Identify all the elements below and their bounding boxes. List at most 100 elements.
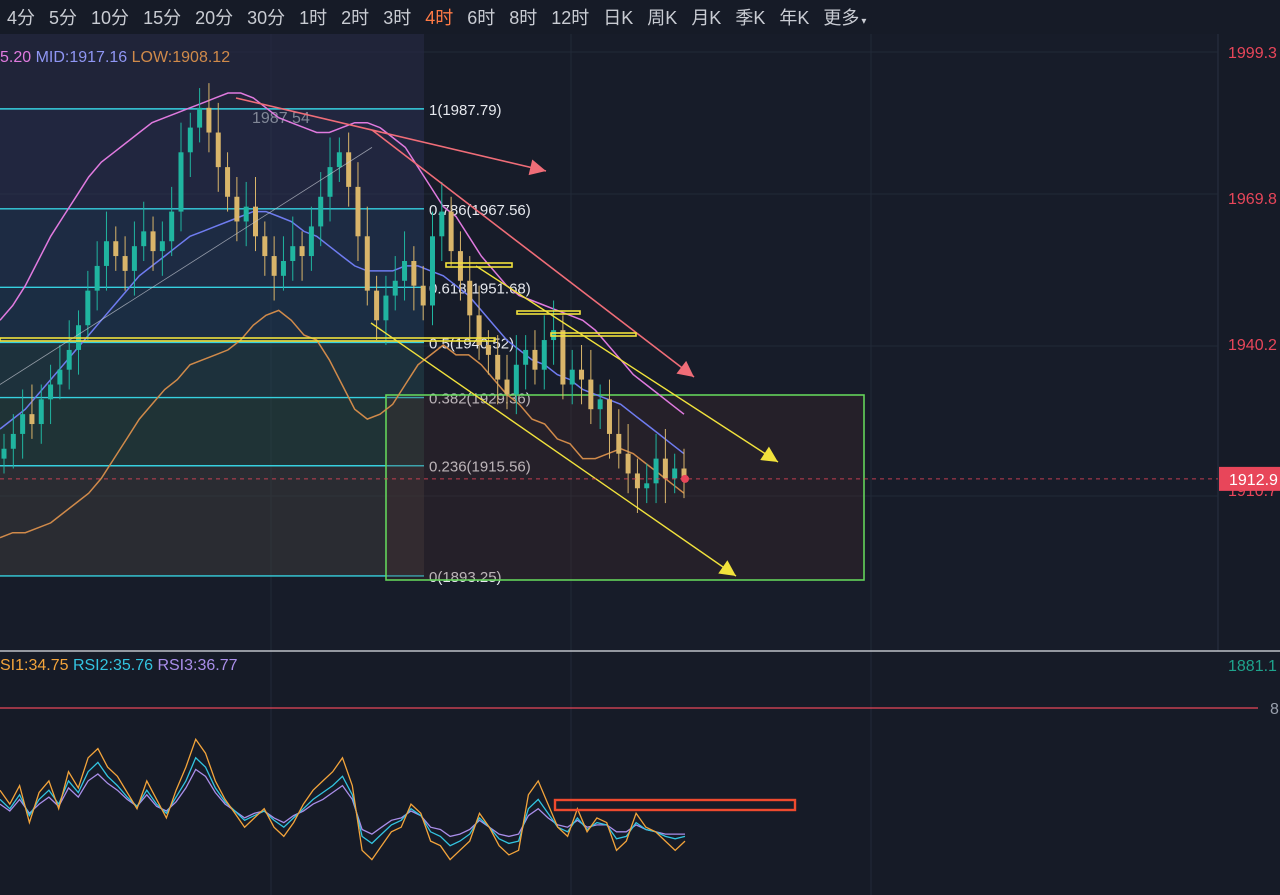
candle-body-40: [374, 290, 380, 321]
candle-body-57: [532, 349, 538, 370]
fib-label-2: 0.618(1951.68): [429, 280, 531, 297]
candle-body-69: [644, 483, 650, 489]
candle-body-28: [262, 236, 268, 257]
candle-body-54: [504, 379, 510, 395]
candle-body-66: [616, 433, 622, 454]
timeframe-2[interactable]: 10分: [84, 4, 136, 30]
timeframe-14[interactable]: 周K: [640, 4, 684, 30]
candle-body-32: [299, 246, 305, 257]
candle-body-31: [290, 246, 296, 261]
rsi-level-label: 8: [1270, 701, 1279, 718]
price-axis-tick-3: 1910.7: [1228, 483, 1277, 500]
timeframe-5[interactable]: 30分: [240, 4, 292, 30]
timeframe-0[interactable]: 4分: [0, 4, 42, 30]
candle-body-18: [169, 211, 175, 242]
candle-body-50: [467, 280, 473, 316]
rsi2-line: [0, 756, 686, 847]
rsi-legend-rsi3: RSI3:36.77: [153, 657, 238, 674]
timeframe-1[interactable]: 5分: [42, 4, 84, 30]
candle-body-25: [234, 196, 240, 222]
candle-body-63: [588, 379, 594, 410]
candle-body-13: [122, 256, 128, 271]
candle-body-9: [85, 290, 91, 326]
candle-body-58: [541, 340, 547, 370]
candle-body-29: [271, 256, 277, 276]
candle-body-68: [634, 473, 640, 489]
timeframe-3[interactable]: 15分: [136, 4, 188, 30]
candle-body-62: [579, 369, 585, 380]
fib-band-3: [0, 342, 424, 398]
timeframe-8[interactable]: 3时: [376, 4, 418, 30]
fib-label-0: 1(1987.79): [429, 102, 502, 119]
candle-body-23: [215, 132, 221, 168]
candle-body-21: [197, 107, 203, 128]
candle-body-67: [625, 453, 631, 474]
price-axis-tick-2: 1940.2: [1228, 337, 1277, 354]
timeframe-17[interactable]: 年K: [772, 4, 816, 30]
candle-body-37: [346, 152, 352, 187]
candle-body-45: [420, 285, 426, 306]
candle-body-19: [178, 152, 184, 212]
candle-body-52: [485, 344, 491, 355]
candle-body-65: [606, 399, 612, 434]
boll-legend-mid: MID:1917.16: [31, 49, 127, 66]
candle-body-7: [66, 349, 72, 370]
target-box-fill: [386, 395, 864, 580]
fib-band-5: [0, 465, 424, 576]
timeframe-12[interactable]: 12时: [544, 4, 596, 30]
candle-body-3: [29, 414, 35, 425]
timeframe-18[interactable]: 更多 ▾: [816, 4, 873, 30]
timeframe-7[interactable]: 2时: [334, 4, 376, 30]
boll-legend-up_fragment: 5.20: [0, 49, 31, 66]
price-axis-tick-0: 1999.3: [1228, 45, 1277, 62]
candle-body-16: [150, 231, 156, 252]
rsi3-line: [0, 768, 685, 838]
candle-body-53: [495, 354, 501, 380]
candle-body-71: [662, 458, 668, 479]
candle-body-14: [131, 246, 137, 271]
candle-body-30: [280, 260, 286, 276]
candle-body-39: [364, 236, 370, 291]
price-axis-tick-4: 1881.1: [1228, 658, 1277, 675]
candle-body-35: [327, 167, 333, 197]
candle-body-38: [355, 186, 361, 237]
candle-body-47: [439, 211, 445, 237]
rsi-legend-rsi1: SI1:34.75: [0, 657, 69, 674]
candle-body-49: [457, 251, 463, 281]
fib-band-4: [0, 397, 424, 466]
candle-body-15: [141, 231, 147, 247]
candle-body-5: [48, 384, 54, 400]
candle-body-0: [1, 448, 7, 459]
candle-body-20: [187, 127, 193, 153]
boll-legend: 5.20 MID:1917.16 LOW:1908.12: [0, 49, 230, 66]
candle-body-59: [551, 330, 557, 341]
rsi-legend-rsi2: RSI2:35.76: [69, 657, 154, 674]
candle-body-42: [392, 280, 398, 296]
timeframe-toolbar: 4分 5分 10分 15分 20分 30分 1时 2时 3时 4时 6时 8时 12时 日K 周K 月K 季K 年…: [0, 0, 1280, 34]
timeframe-6[interactable]: 1时: [292, 4, 334, 30]
timeframe-11[interactable]: 8时: [502, 4, 544, 30]
timeframe-15[interactable]: 月K: [684, 4, 728, 30]
candle-body-12: [113, 241, 119, 257]
candle-body-4: [38, 399, 44, 425]
timeframe-10[interactable]: 6时: [460, 4, 502, 30]
candle-body-26: [243, 206, 249, 222]
candle-body-6: [57, 369, 63, 385]
price-chart[interactable]: 1(1987.79)0.786(1967.56)0.618(1951.68)0.…: [0, 34, 1280, 895]
candle-body-10: [94, 265, 100, 291]
candle-body-41: [383, 295, 389, 321]
candle-body-11: [103, 241, 109, 266]
rsi-resistance-box: [553, 798, 797, 812]
candle-body-36: [336, 152, 342, 168]
candle-body-56: [523, 349, 529, 365]
timeframe-16[interactable]: 季K: [728, 4, 772, 30]
candle-body-60: [560, 330, 566, 385]
candle-body-1: [10, 433, 16, 449]
timeframe-9[interactable]: 4时: [418, 4, 460, 30]
boll-legend-low: LOW:1908.12: [127, 49, 230, 66]
timeframe-4[interactable]: 20分: [188, 4, 240, 30]
candle-body-34: [318, 196, 324, 227]
timeframe-13[interactable]: 日K: [596, 4, 640, 30]
candle-body-61: [569, 369, 575, 385]
candle-body-44: [411, 260, 417, 286]
